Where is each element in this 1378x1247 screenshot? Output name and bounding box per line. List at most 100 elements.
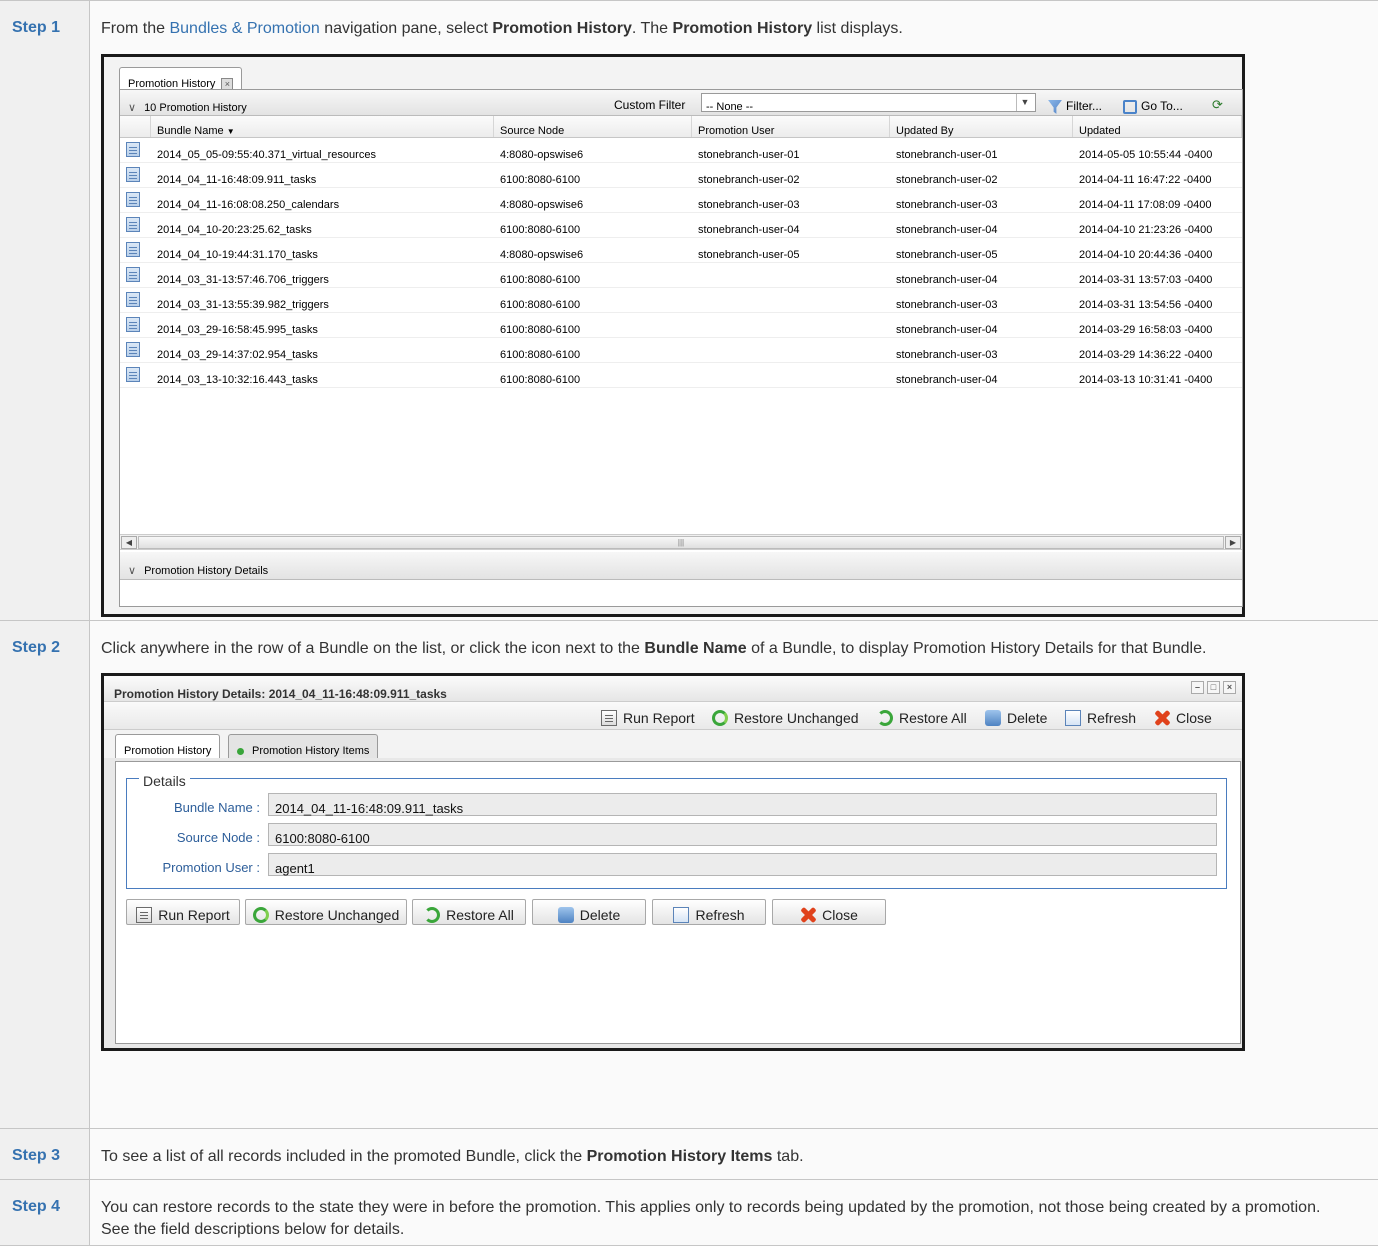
run-report-button[interactable]: Run Report (126, 899, 240, 925)
updated-by-cell: stonebranch-user-01 (896, 149, 998, 161)
column-header-updated-by[interactable]: Updated By (890, 116, 1073, 137)
promotion-history-list-screenshot: Promotion History × ∨ 10 Promotion History… (101, 54, 1245, 617)
button-label: Run Report (623, 710, 695, 726)
promotion-history-details-screenshot: Promotion History Details: 2014_04_11-16… (101, 673, 1245, 1051)
close-window-icon[interactable]: × (1223, 681, 1236, 694)
custom-filter-label: Custom Filter (614, 98, 686, 112)
table-row[interactable]: 2014_04_10-20:23:25.62_tasks 6100:8080-61… (120, 213, 1242, 238)
chevron-down-icon[interactable]: ∨ (128, 565, 136, 577)
horizontal-scrollbar[interactable]: ◀ ||| ▶ (120, 534, 1242, 550)
table-row[interactable]: 2014_03_29-14:37:02.954_tasks 6100:8080-6… (120, 338, 1242, 363)
toolbar-run-report-button[interactable]: Run Report (601, 707, 695, 729)
record-details-icon[interactable] (126, 142, 140, 157)
toolbar-restore-unchanged-button[interactable]: Restore Unchanged (712, 707, 859, 729)
column-header-bundle-name[interactable]: Bundle Name ▼ (151, 116, 494, 137)
step-text-part: From the (101, 20, 170, 37)
record-details-icon[interactable] (126, 342, 140, 357)
step-text-bold: Promotion History (672, 20, 813, 37)
row-icon-cell[interactable] (120, 288, 151, 312)
delete-icon (557, 907, 574, 923)
column-header-promotion-user[interactable]: Promotion User (692, 116, 890, 137)
step-text-part: of a Bundle, to display Promotion Histor… (746, 640, 1207, 657)
source-node-cell: 6100:8080-6100 (500, 374, 581, 386)
promotion-user-field[interactable]: agent1 (268, 853, 1217, 876)
table-row[interactable]: 2014_03_29-16:58:45.995_tasks 6100:8080-6… (120, 313, 1242, 338)
scroll-thumb[interactable]: ||| (138, 536, 1224, 549)
record-details-icon[interactable] (126, 367, 140, 382)
record-details-icon[interactable] (126, 242, 140, 257)
button-label: Refresh (695, 907, 745, 923)
button-label: Delete (579, 907, 621, 923)
minimize-icon[interactable]: – (1191, 681, 1204, 694)
list-rows: 2014_05_05-09:55:40.371_virtual_resource… (120, 138, 1242, 388)
funnel-icon (1048, 99, 1062, 114)
promotion-user-cell: stonebranch-user-05 (698, 249, 800, 261)
restore-all-button[interactable]: Restore All (412, 899, 526, 925)
updated-cell: 2014-04-11 17:08:09 -0400 (1079, 199, 1212, 211)
promotion-user-cell (692, 288, 890, 312)
row-icon-cell[interactable] (120, 363, 151, 387)
toolbar-delete-button[interactable]: Delete (985, 707, 1047, 729)
bundle-name-cell: 2014_03_29-16:58:45.995_tasks (157, 324, 318, 336)
table-row[interactable]: 2014_04_11-16:48:09.911_tasks 6100:8080-6… (120, 163, 1242, 188)
field-label: Promotion User : (162, 860, 260, 875)
goto-button[interactable]: Go To... (1123, 95, 1183, 117)
dropdown-arrow-icon[interactable]: ▼ (1016, 94, 1033, 111)
column-header-source-node[interactable]: Source Node (494, 116, 692, 137)
table-row[interactable]: 2014_04_11-16:08:08.250_calendars 4:8080-… (120, 188, 1242, 213)
record-details-icon[interactable] (126, 217, 140, 232)
status-dot-icon (237, 747, 244, 755)
refresh-icon[interactable]: ⟳ (1212, 94, 1223, 116)
list-title[interactable]: ∨ 10 Promotion History (128, 97, 247, 119)
row-icon-cell[interactable] (120, 238, 151, 262)
row-icon-cell[interactable] (120, 338, 151, 362)
row-icon-cell[interactable] (120, 138, 151, 162)
scroll-right-icon[interactable]: ▶ (1225, 536, 1241, 549)
table-row[interactable]: 2014_04_10-19:44:31.170_tasks 4:8080-opsw… (120, 238, 1242, 263)
updated-by-cell: stonebranch-user-05 (896, 249, 998, 261)
record-details-icon[interactable] (126, 317, 140, 332)
button-label: Close (1176, 710, 1212, 726)
step-text: To see a list of all records included in… (101, 1146, 1378, 1168)
row-icon-cell[interactable] (120, 313, 151, 337)
field-label: Source Node : (176, 830, 260, 845)
record-details-icon[interactable] (126, 292, 140, 307)
record-details-icon[interactable] (126, 267, 140, 282)
row-icon-cell[interactable] (120, 188, 151, 212)
filter-button[interactable]: Filter... (1048, 95, 1102, 117)
column-header-updated[interactable]: Updated (1073, 116, 1242, 137)
maximize-icon[interactable]: □ (1207, 681, 1220, 694)
row-icon-cell[interactable] (120, 263, 151, 287)
chevron-down-icon[interactable]: ∨ (128, 102, 136, 114)
custom-filter-select[interactable]: -- None -- (701, 93, 1036, 113)
table-row[interactable]: 2014_03_13-10:32:16.443_tasks 6100:8080-6… (120, 363, 1242, 388)
tab-promotion-history[interactable]: Promotion History × (119, 67, 243, 91)
updated-cell: 2014-03-31 13:57:03 -0400 (1079, 274, 1213, 286)
record-details-icon[interactable] (126, 167, 140, 182)
table-row[interactable]: 2014_05_05-09:55:40.371_virtual_resource… (120, 138, 1242, 163)
tab-promotion-history[interactable]: Promotion History (115, 734, 221, 758)
scroll-left-icon[interactable]: ◀ (121, 536, 137, 549)
source-node-field[interactable]: 6100:8080-6100 (268, 823, 1217, 846)
delete-button[interactable]: Delete (532, 899, 646, 925)
toolbar-restore-all-button[interactable]: Restore All (877, 707, 967, 729)
promotion-user-cell: stonebranch-user-03 (698, 199, 800, 211)
table-row[interactable]: 2014_03_31-13:57:46.706_triggers 6100:808… (120, 263, 1242, 288)
close-button[interactable]: Close (772, 899, 886, 925)
close-icon (1154, 710, 1170, 726)
step-text-part: navigation pane, select (319, 20, 493, 37)
tab-promotion-history-items[interactable]: Promotion History Items (228, 734, 379, 758)
row-icon-cell[interactable] (120, 213, 151, 237)
button-label: Delete (1007, 710, 1048, 726)
table-row[interactable]: 2014_03_31-13:55:39.982_triggers 6100:808… (120, 288, 1242, 313)
bundle-name-field[interactable]: 2014_04_11-16:48:09.911_tasks (268, 793, 1217, 816)
details-bar[interactable]: ∨ Promotion History Details (120, 552, 1242, 580)
row-icon-cell[interactable] (120, 163, 151, 187)
refresh-button[interactable]: Refresh (652, 899, 766, 925)
toolbar-refresh-button[interactable]: Refresh (1065, 707, 1136, 729)
toolbar-close-button[interactable]: Close (1154, 707, 1212, 729)
bundles-promotion-link[interactable]: Bundles & Promotion (169, 20, 319, 37)
record-details-icon[interactable] (126, 192, 140, 207)
updated-cell: 2014-03-29 16:58:03 -0400 (1079, 324, 1213, 336)
restore-unchanged-button[interactable]: Restore Unchanged (245, 899, 407, 925)
